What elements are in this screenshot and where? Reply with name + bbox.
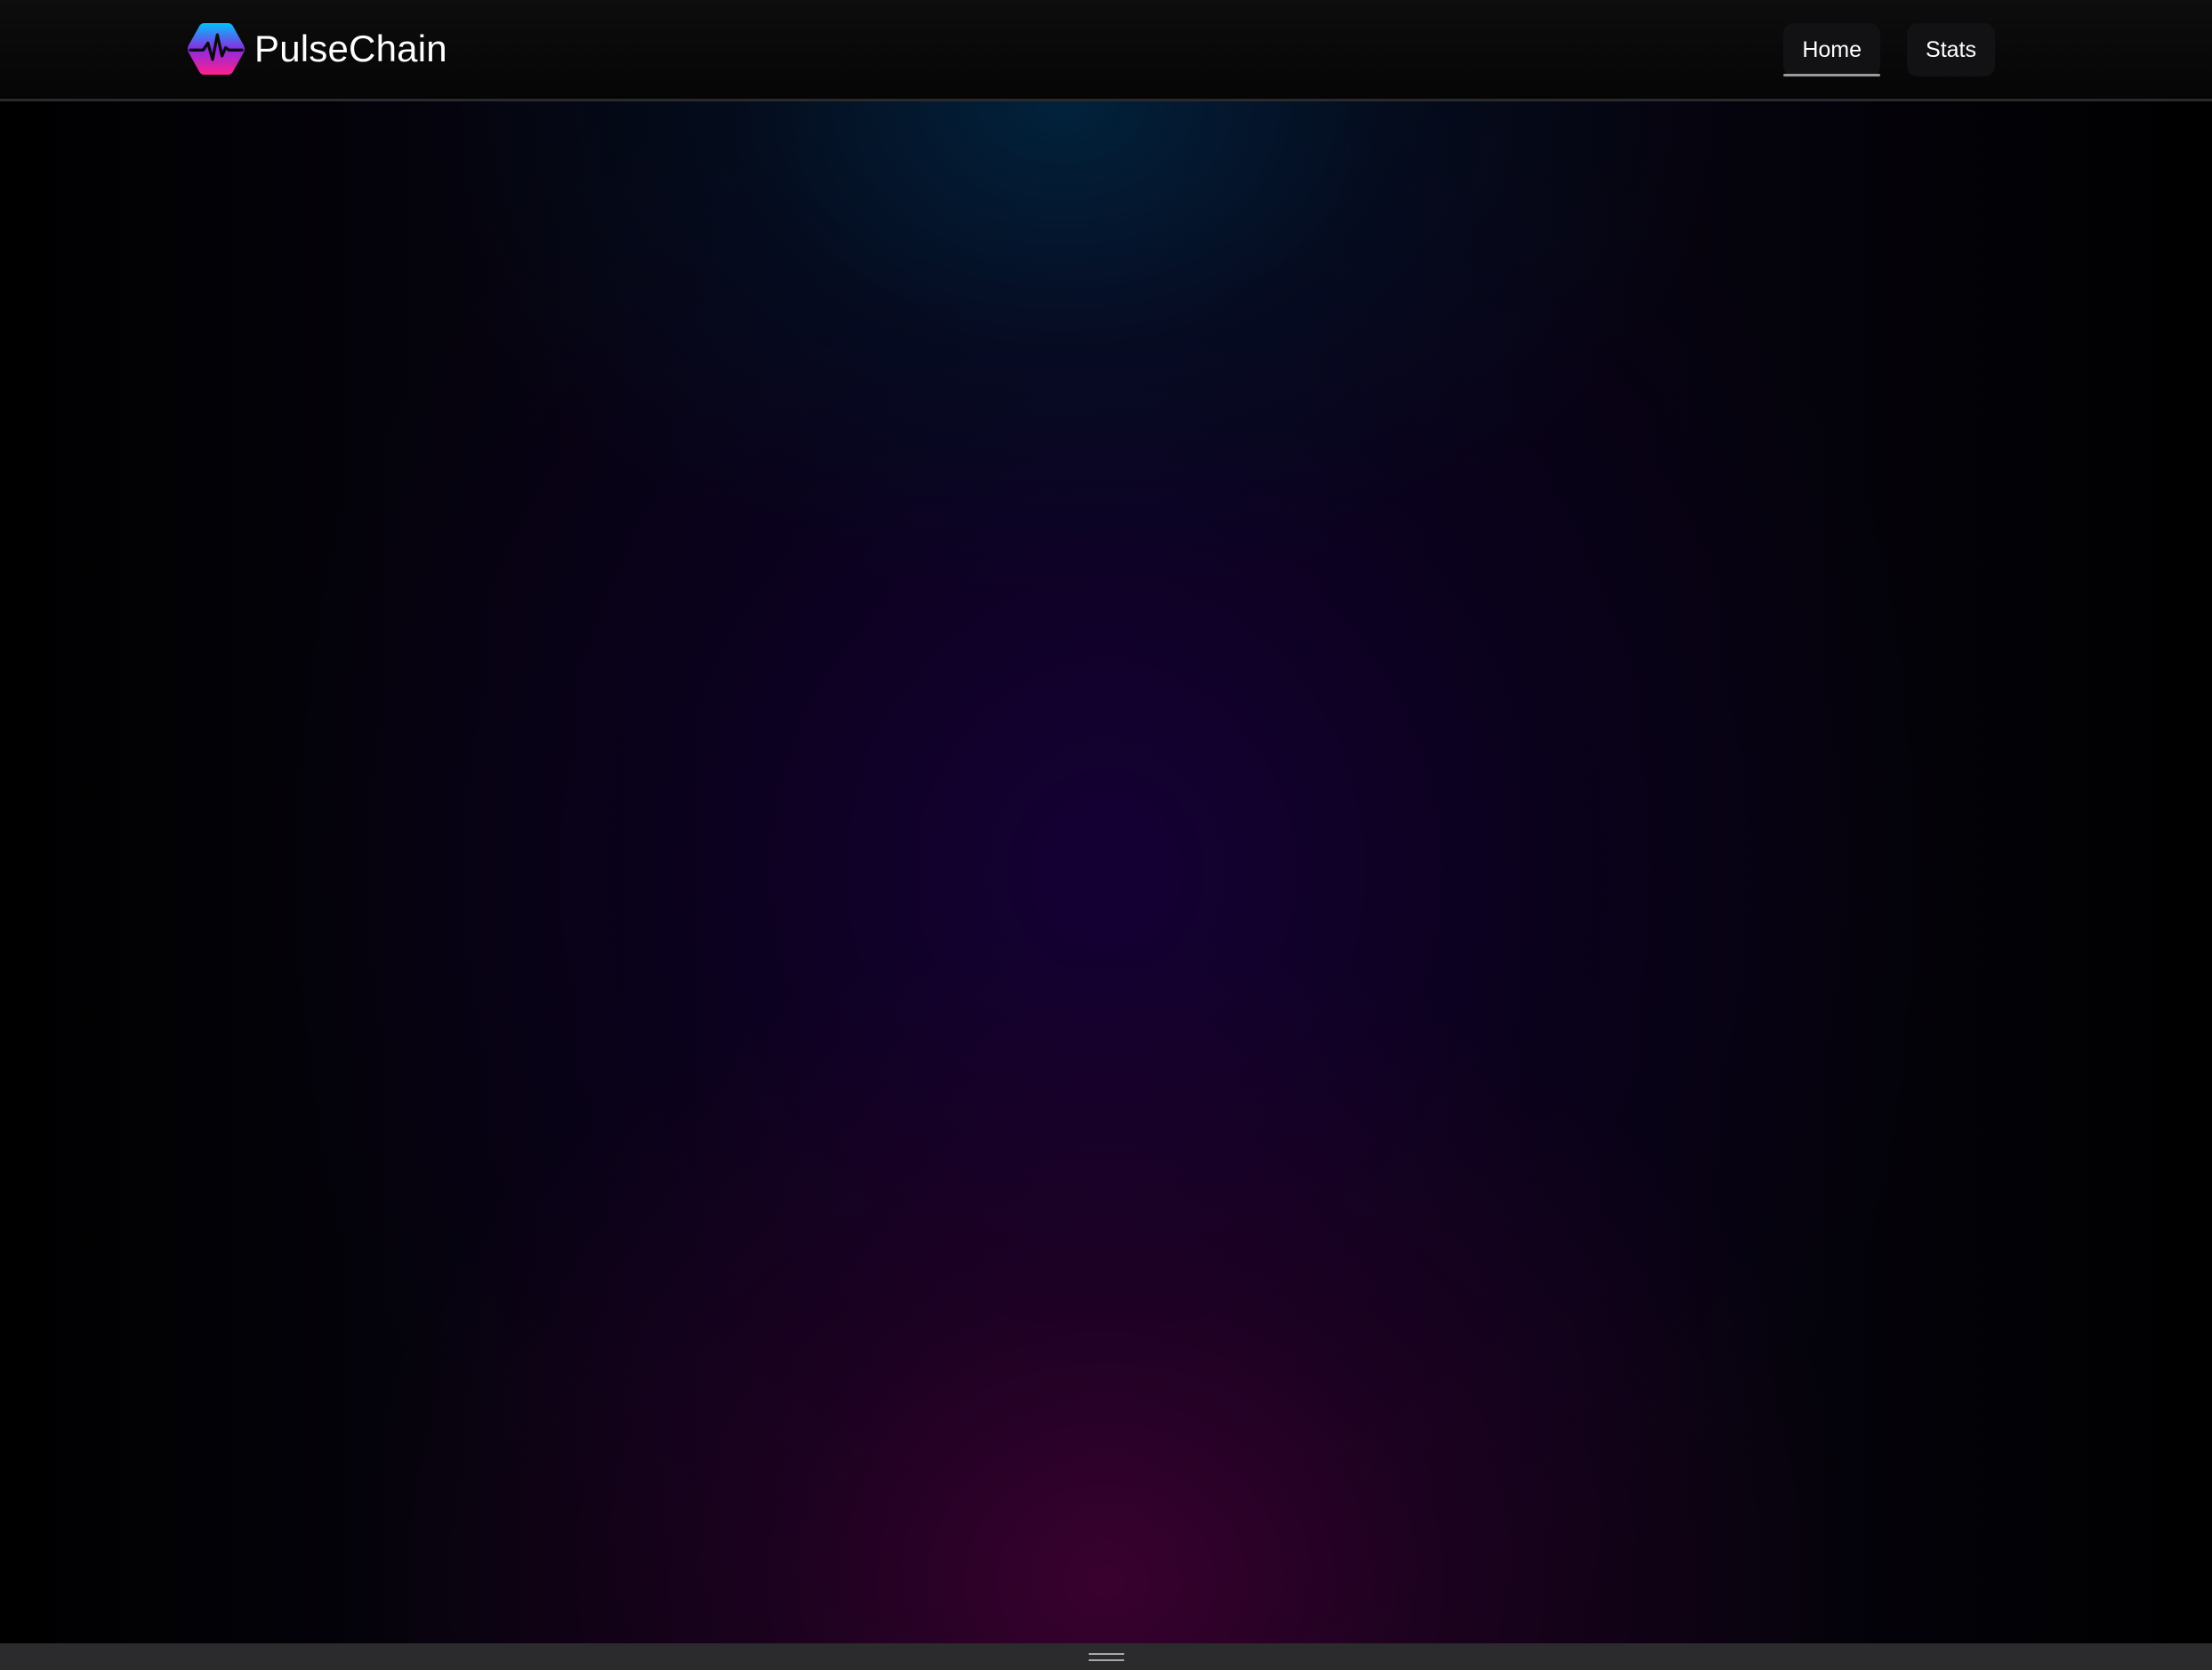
bottom-drag-bar[interactable] bbox=[0, 1643, 2212, 1670]
drag-handle-icon[interactable] bbox=[1088, 1652, 1124, 1661]
brand-name: PulseChain bbox=[254, 28, 447, 69]
nav-stats-button[interactable]: Stats bbox=[1907, 23, 1995, 76]
top-navigation-bar: PulseChain Home Stats bbox=[0, 0, 2212, 101]
hero-background bbox=[0, 101, 2212, 1643]
pulse-hexagon-icon bbox=[187, 22, 245, 76]
main-nav: Home Stats bbox=[1783, 23, 1995, 76]
page: PulseChain Home Stats bbox=[0, 0, 2212, 1670]
nav-home-button[interactable]: Home bbox=[1783, 23, 1881, 76]
brand-home-link[interactable]: PulseChain bbox=[187, 20, 447, 78]
